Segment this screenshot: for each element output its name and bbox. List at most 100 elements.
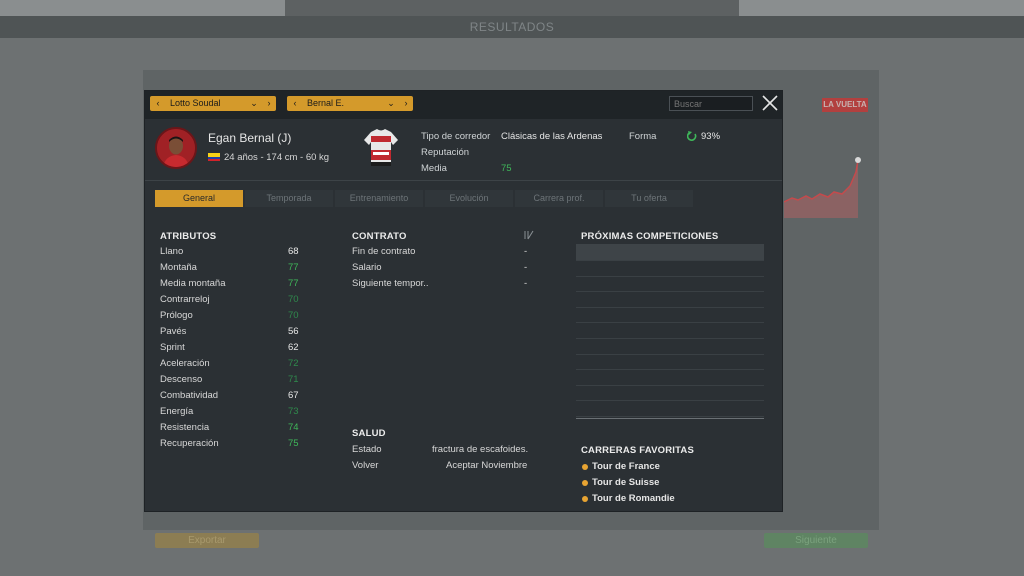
rider-dialog: ‹ Lotto Soudal ⌄ › ‹ Bernal E. ⌄ › Egan … — [144, 90, 783, 512]
chevron-left-icon[interactable]: ‹ — [152, 96, 164, 111]
colombia-flag-icon — [208, 153, 220, 161]
favorites-title: CARRERAS FAVORITAS — [581, 445, 695, 456]
attributes-title: ATRIBUTOS — [160, 231, 217, 242]
rider-type-value: Clásicas de las Ardenas — [501, 131, 603, 142]
attribute-name: Prólogo — [160, 310, 193, 321]
attribute-value: 73 — [288, 406, 299, 417]
dialog-topbar: ‹ Lotto Soudal ⌄ › ‹ Bernal E. ⌄ › — [145, 91, 782, 119]
divider — [145, 180, 782, 181]
attribute-name: Descenso — [160, 374, 203, 385]
attribute-name: Pavés — [160, 326, 187, 337]
rider-bio: 24 años - 174 cm - 60 kg — [224, 152, 330, 163]
reputation-label: Reputación — [421, 147, 470, 158]
attribute-value: 77 — [288, 278, 299, 289]
competitions-list-header — [576, 244, 764, 260]
rider-portrait-icon — [157, 129, 195, 167]
competition-row — [576, 322, 764, 324]
attribute-value: 75 — [288, 438, 299, 449]
team-selector-label: Lotto Soudal — [170, 98, 221, 108]
attribute-name: Media montaña — [160, 278, 226, 289]
favorite-race: Tour de Suisse — [592, 477, 660, 488]
attribute-name: Sprint — [160, 342, 185, 353]
la-vuelta-logo: LA VUELTA — [822, 98, 868, 112]
attribute-value: 71 — [288, 374, 299, 385]
form-trend-icon — [687, 131, 697, 141]
salary-value: - — [524, 262, 528, 273]
form-value: 93% — [701, 131, 721, 142]
chevron-down-icon[interactable]: ⌄ — [385, 96, 397, 111]
competition-row — [576, 275, 764, 277]
attribute-value: 70 — [288, 294, 299, 305]
attribute-value: 70 — [288, 310, 299, 321]
competition-row — [576, 260, 764, 261]
health-return-label: Volver — [352, 460, 379, 471]
attribute-value: 62 — [288, 342, 299, 353]
competition-row — [576, 384, 764, 386]
attribute-name: Energía — [160, 406, 194, 417]
average-label: Media — [421, 163, 447, 174]
next-season-label: Siguiente tempor.. — [352, 278, 429, 289]
contract-title: CONTRATO — [352, 231, 407, 242]
team-jersey-icon — [364, 129, 398, 166]
tab-training[interactable]: Entrenamiento — [335, 190, 423, 207]
attribute-name: Llano — [160, 246, 184, 257]
competition-row — [576, 338, 764, 339]
attribute-name: Recuperación — [160, 438, 219, 449]
tab-career[interactable]: Carrera prof. — [515, 190, 603, 207]
attribute-name: Resistencia — [160, 422, 210, 433]
attribute-value: 67 — [288, 390, 299, 401]
health-return-value: Aceptar Noviembre — [446, 460, 528, 471]
attribute-name: Combatividad — [160, 390, 219, 401]
export-button[interactable]: Exportar — [155, 533, 259, 548]
rider-selector[interactable]: ‹ Bernal E. ⌄ › — [287, 96, 413, 111]
chevron-down-icon[interactable]: ⌄ — [248, 96, 260, 111]
form-label: Forma — [629, 131, 657, 142]
attribute-name: Montaña — [160, 262, 197, 273]
attribute-value: 68 — [288, 246, 299, 257]
tab-season[interactable]: Temporada — [245, 190, 333, 207]
close-icon[interactable] — [761, 94, 779, 112]
favorite-race: Tour de Romandie — [592, 493, 675, 504]
attribute-name: Aceleración — [160, 358, 210, 369]
chevron-right-icon[interactable]: › — [263, 96, 275, 111]
chevron-left-icon[interactable]: ‹ — [289, 96, 301, 111]
attribute-value: 72 — [288, 358, 299, 369]
favorite-race: Tour de France — [592, 461, 660, 472]
rider-name: Egan Bernal (J) — [208, 131, 292, 145]
team-selector[interactable]: ‹ Lotto Soudal ⌄ › — [150, 96, 276, 111]
competition-row — [576, 291, 764, 293]
competition-row — [576, 306, 764, 308]
health-status-value: fractura de escafoides. — [432, 444, 529, 455]
contract-end-label: Fin de contrato — [352, 246, 416, 257]
search-input[interactable] — [669, 96, 753, 111]
attribute-value: 74 — [288, 422, 299, 433]
health-title: SALUD — [352, 428, 386, 439]
tab-evolution[interactable]: Evolución — [425, 190, 513, 207]
favorite-bullet-icon — [582, 496, 588, 502]
competition-row — [576, 416, 764, 417]
contract-end-value: - — [524, 246, 528, 257]
average-value: 75 — [501, 163, 512, 174]
competitions-title: PRÓXIMAS COMPETICIONES — [581, 231, 719, 242]
attribute-value: 77 — [288, 262, 299, 273]
rider-selector-label: Bernal E. — [307, 98, 345, 108]
health-status-label: Estado — [352, 444, 382, 455]
stage-profile-graphic — [784, 157, 861, 218]
attribute-value: 56 — [288, 326, 299, 337]
competition-row — [576, 369, 764, 371]
next-season-value: - — [524, 278, 528, 289]
tab-general[interactable]: General — [155, 190, 243, 207]
rider-type-label: Tipo de corredor — [421, 131, 491, 142]
next-button[interactable]: Siguiente — [764, 533, 868, 548]
chevron-right-icon[interactable]: › — [400, 96, 412, 111]
avatar — [155, 127, 197, 169]
background-top-center — [285, 0, 739, 16]
favorite-bullet-icon — [582, 480, 588, 486]
favorite-bullet-icon — [582, 464, 588, 470]
salary-label: Salario — [352, 262, 382, 273]
contract-sign-icon — [524, 230, 534, 240]
attribute-name: Contrarreloj — [160, 294, 210, 305]
results-header: RESULTADOS — [0, 16, 1024, 38]
tab-offer[interactable]: Tu oferta — [605, 190, 693, 207]
competition-row — [576, 400, 764, 402]
